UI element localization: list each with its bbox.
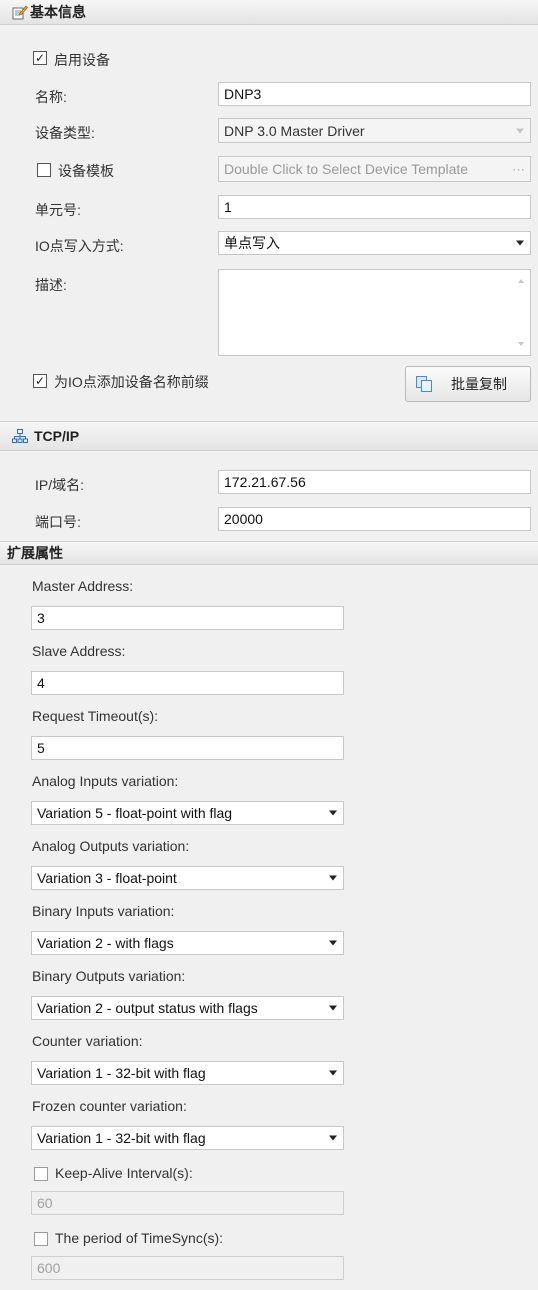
frozen-counter-label: Frozen counter variation:	[32, 1098, 187, 1114]
analog-inputs-select[interactable]: Variation 5 - float-point with flag	[31, 801, 344, 825]
analog-inputs-value: Variation 5 - float-point with flag	[37, 805, 233, 821]
add-prefix-checkbox[interactable]: ✓	[33, 374, 47, 388]
batch-copy-label: 批量复制	[451, 376, 507, 392]
binary-inputs-select[interactable]: Variation 2 - with flags	[31, 931, 344, 955]
enable-device-checkbox[interactable]: ✓	[33, 51, 47, 65]
description-textarea[interactable]	[218, 269, 531, 356]
device-template-label: 设备模板	[58, 163, 114, 179]
frozen-counter-value: Variation 1 - 32-bit with flag	[37, 1130, 206, 1146]
ip-domain-label: IP/域名:	[35, 477, 85, 493]
binary-outputs-label: Binary Outputs variation:	[32, 968, 186, 984]
chevron-down-icon	[329, 875, 337, 881]
timesync-label: The period of TimeSync(s):	[55, 1230, 224, 1246]
device-template-field[interactable]: Double Click to Select Device Template ·…	[218, 156, 531, 182]
network-icon	[12, 428, 28, 444]
edit-document-icon	[12, 4, 28, 20]
chevron-down-icon	[329, 1135, 337, 1141]
request-timeout-input[interactable]: 5	[31, 736, 344, 760]
io-write-mode-select[interactable]: 单点写入	[218, 231, 531, 255]
extended-properties-title: 扩展属性	[7, 545, 63, 561]
io-write-mode-label: IO点写入方式:	[35, 238, 124, 254]
io-write-mode-value: 单点写入	[224, 235, 280, 251]
counter-value: Variation 1 - 32-bit with flag	[37, 1065, 206, 1081]
tcp-ip-title: TCP/IP	[34, 428, 80, 444]
chevron-down-icon	[329, 1070, 337, 1076]
device-type-select[interactable]: DNP 3.0 Master Driver	[218, 118, 531, 143]
device-template-checkbox[interactable]	[37, 163, 51, 177]
name-label: 名称:	[35, 89, 67, 105]
description-label: 描述:	[35, 277, 67, 293]
unit-number-label: 单元号:	[35, 202, 81, 218]
keepalive-checkbox[interactable]	[34, 1167, 48, 1181]
keepalive-input[interactable]: 60	[31, 1191, 344, 1215]
frozen-counter-select[interactable]: Variation 1 - 32-bit with flag	[31, 1126, 344, 1150]
master-address-input[interactable]: 3	[31, 606, 344, 630]
slave-address-value: 4	[37, 675, 45, 691]
timesync-checkbox[interactable]	[34, 1232, 48, 1246]
description-scrollbar[interactable]	[513, 270, 530, 355]
scroll-down-icon[interactable]	[518, 342, 524, 346]
name-input[interactable]: DNP3	[218, 82, 531, 106]
enable-device-label: 启用设备	[54, 52, 110, 68]
counter-label: Counter variation:	[32, 1033, 143, 1049]
request-timeout-value: 5	[37, 740, 45, 756]
binary-inputs-label: Binary Inputs variation:	[32, 903, 175, 919]
port-value: 20000	[224, 511, 263, 527]
ip-domain-value: 172.21.67.56	[224, 474, 306, 490]
port-input[interactable]: 20000	[218, 507, 531, 531]
basic-info-header[interactable]: 基本信息	[0, 0, 538, 25]
device-type-value: DNP 3.0 Master Driver	[224, 122, 365, 139]
description-value	[219, 270, 229, 278]
analog-inputs-label: Analog Inputs variation:	[32, 773, 179, 789]
copy-icon	[415, 375, 433, 393]
binary-outputs-select[interactable]: Variation 2 - output status with flags	[31, 996, 344, 1020]
chevron-down-icon	[516, 240, 524, 246]
port-label: 端口号:	[35, 514, 81, 530]
add-prefix-label: 为IO点添加设备名称前缀	[54, 374, 209, 390]
analog-outputs-value: Variation 3 - float-point	[37, 870, 177, 886]
extended-properties-header[interactable]: 扩展属性	[0, 541, 538, 565]
chevron-down-icon	[329, 940, 337, 946]
device-template-placeholder: Double Click to Select Device Template	[224, 161, 469, 177]
analog-outputs-select[interactable]: Variation 3 - float-point	[31, 866, 344, 890]
binary-inputs-value: Variation 2 - with flags	[37, 935, 174, 951]
chevron-down-icon	[516, 128, 524, 133]
tcp-ip-header[interactable]: TCP/IP	[0, 421, 538, 451]
binary-outputs-value: Variation 2 - output status with flags	[37, 1000, 258, 1016]
basic-info-title: 基本信息	[30, 4, 86, 20]
chevron-down-icon	[329, 1005, 337, 1011]
slave-address-input[interactable]: 4	[31, 671, 344, 695]
request-timeout-label: Request Timeout(s):	[32, 708, 159, 724]
analog-outputs-label: Analog Outputs variation:	[32, 838, 190, 854]
keepalive-label: Keep-Alive Interval(s):	[55, 1165, 193, 1181]
unit-number-input[interactable]: 1	[218, 195, 531, 219]
scroll-up-icon[interactable]	[518, 279, 524, 283]
batch-copy-button[interactable]: 批量复制	[405, 366, 531, 402]
ellipsis-icon[interactable]: ···	[512, 162, 525, 177]
counter-select[interactable]: Variation 1 - 32-bit with flag	[31, 1061, 344, 1085]
timesync-input[interactable]: 600	[31, 1256, 344, 1280]
device-type-label: 设备类型:	[35, 125, 95, 141]
keepalive-value: 60	[37, 1195, 53, 1211]
name-value: DNP3	[224, 86, 262, 102]
ip-domain-input[interactable]: 172.21.67.56	[218, 470, 531, 494]
slave-address-label: Slave Address:	[32, 643, 126, 659]
master-address-label: Master Address:	[32, 578, 134, 594]
master-address-value: 3	[37, 610, 45, 626]
chevron-down-icon	[329, 810, 337, 816]
unit-number-value: 1	[224, 199, 232, 215]
timesync-value: 600	[37, 1260, 61, 1276]
